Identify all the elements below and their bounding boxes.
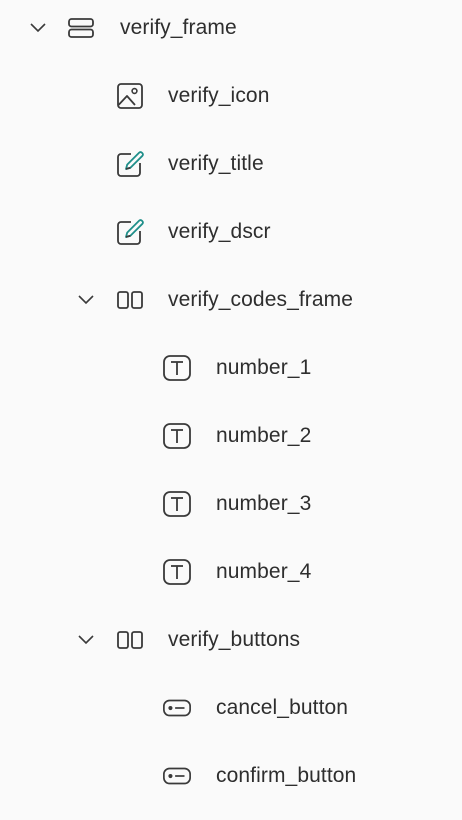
tree-item-label: verify_dscr xyxy=(168,220,271,243)
tree-item-label: number_2 xyxy=(216,424,312,447)
tree-item-verify-dscr[interactable]: verify_dscr xyxy=(0,198,462,266)
text-icon xyxy=(162,557,192,587)
chevron-down-icon[interactable] xyxy=(76,290,96,310)
tree-item-label: verify_buttons xyxy=(168,628,301,651)
edit-text-icon xyxy=(115,217,145,247)
tree-item-label: verify_frame xyxy=(120,16,237,39)
chevron-down-icon[interactable] xyxy=(28,18,48,38)
layer-tree: verify_frame verify_icon verify_title ve… xyxy=(0,0,462,820)
vertical-stack-icon xyxy=(66,13,96,43)
chevron-down-icon[interactable] xyxy=(76,630,96,650)
image-icon xyxy=(115,81,145,111)
tree-item-label: verify_title xyxy=(168,152,264,175)
tree-item-label: confirm_button xyxy=(216,764,357,787)
tree-item-label: verify_icon xyxy=(168,84,270,107)
tree-item-verify-title[interactable]: verify_title xyxy=(0,130,462,198)
tree-item-verify-icon[interactable]: verify_icon xyxy=(0,62,462,130)
tree-item-verify-buttons[interactable]: verify_buttons xyxy=(0,606,462,674)
horizontal-columns-icon xyxy=(115,625,145,655)
text-icon xyxy=(162,489,192,519)
horizontal-columns-icon xyxy=(115,285,145,315)
tree-item-verify-frame[interactable]: verify_frame xyxy=(0,0,462,62)
tree-item-label: verify_codes_frame xyxy=(168,288,354,311)
tree-item-verify-codes-frame[interactable]: verify_codes_frame xyxy=(0,266,462,334)
text-icon xyxy=(162,353,192,383)
tree-item-label: number_4 xyxy=(216,560,312,583)
tree-item-number-4[interactable]: number_4 xyxy=(0,538,462,606)
tree-item-confirm-button[interactable]: confirm_button xyxy=(0,742,462,810)
tree-item-number-1[interactable]: number_1 xyxy=(0,334,462,402)
tree-item-label: number_3 xyxy=(216,492,312,515)
button-icon xyxy=(162,693,192,723)
edit-text-icon xyxy=(115,149,145,179)
tree-item-cancel-button[interactable]: cancel_button xyxy=(0,674,462,742)
button-icon xyxy=(162,761,192,791)
text-icon xyxy=(162,421,192,451)
tree-item-label: number_1 xyxy=(216,356,312,379)
tree-item-number-3[interactable]: number_3 xyxy=(0,470,462,538)
tree-item-label: cancel_button xyxy=(216,696,349,719)
tree-item-number-2[interactable]: number_2 xyxy=(0,402,462,470)
